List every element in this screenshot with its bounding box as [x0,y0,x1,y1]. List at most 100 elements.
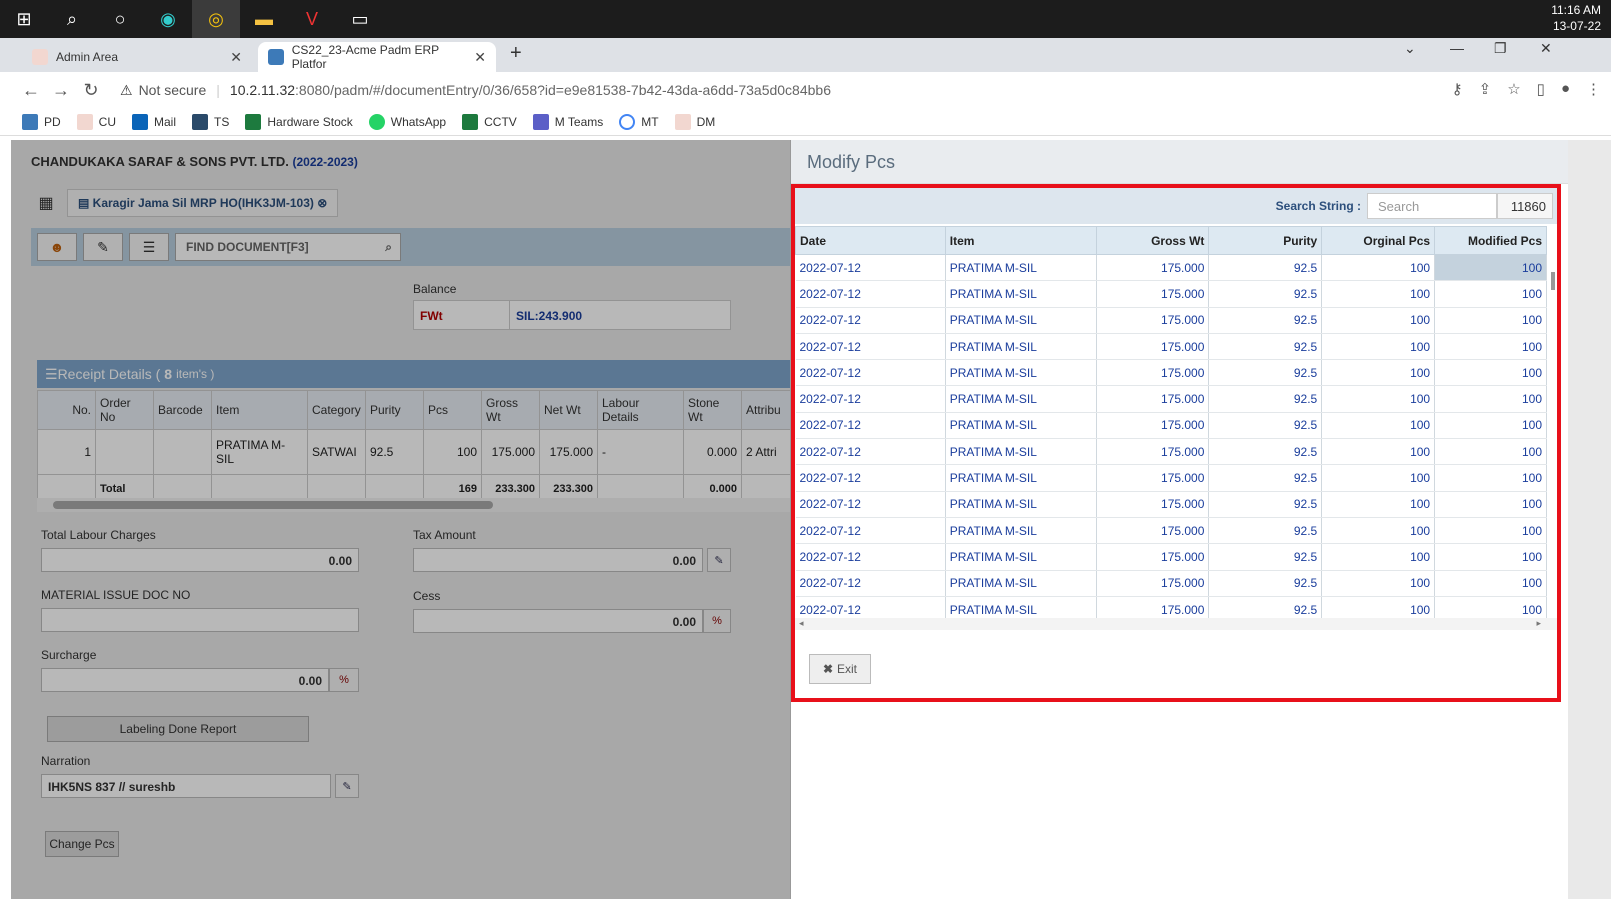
bookmark-hardware-stock[interactable]: Hardware Stock [245,113,353,130]
original-pcs-cell: 100 [1321,543,1436,571]
item-cell: PRATIMA M-SIL [945,491,1097,518]
forward-icon[interactable]: → [46,80,76,101]
modified-pcs-cell[interactable]: 100 [1434,359,1547,387]
url-field[interactable]: ⚠ Not secure | 10.2.11.32 :8080/padm/#/d… [120,82,831,99]
vertical-scrollbar[interactable] [1549,256,1557,618]
terminal-icon[interactable]: ▭ [336,0,384,38]
modified-pcs-cell[interactable]: 100 [1434,570,1547,597]
side-panel-icon[interactable]: ▯ [1537,80,1545,98]
bookmark-mt[interactable]: MT [619,113,659,130]
modified-pcs-cell[interactable]: 100 [1434,517,1547,545]
bookmark-label: MT [641,114,659,129]
modified-pcs-cell[interactable]: 100 [1434,438,1547,466]
modified-pcs-cell[interactable]: 100 [1434,464,1547,492]
horizontal-scrollbar[interactable]: ◂ ▸ [795,618,1557,630]
col-original-pcs[interactable]: Orginal Pcs [1321,226,1436,255]
exit-label: Exit [837,662,858,676]
tab-search-icon[interactable]: ⌄ [1404,40,1416,57]
bookmark-pd[interactable]: PD [22,113,61,130]
edge-icon[interactable]: ◉ [144,0,192,38]
share-icon[interactable]: ⇪ [1479,80,1492,98]
table-row[interactable]: 2022-07-12 PRATIMA M-SIL 175.000 92.5 100 100 [795,438,1547,466]
search-count: 11860 [1497,193,1553,219]
col-gross-wt[interactable]: Gross Wt [1095,226,1210,255]
modified-pcs-cell[interactable]: 100 [1434,254,1547,282]
tab-label: CS22_23-Acme Padm ERP Platfor [291,43,439,71]
search-input[interactable]: Search [1367,193,1497,219]
key-icon[interactable]: ⚷ [1452,80,1463,98]
whatsapp-icon [368,113,385,130]
table-row[interactable]: 2022-07-12 PRATIMA M-SIL 175.000 92.5 100 100 [795,517,1547,545]
bookmark-mail[interactable]: Mail [132,113,176,130]
date-cell: 2022-07-12 [795,385,946,413]
col-modified-pcs[interactable]: Modified Pcs [1434,226,1547,255]
cu-icon [76,113,93,130]
date-cell: 2022-07-12 [795,359,946,387]
reload-icon[interactable]: ↻ [76,80,106,101]
table-row[interactable]: 2022-07-12 PRATIMA M-SIL 175.000 92.5 100 100 [795,307,1547,334]
table-row[interactable]: 2022-07-12 PRATIMA M-SIL 175.000 92.5 100 100 [795,359,1547,387]
maximize-icon[interactable]: ❐ [1494,40,1507,57]
new-tab-icon[interactable]: + [510,42,522,65]
profile-icon[interactable]: ● [1561,80,1570,98]
menu-icon[interactable]: ⋮ [1586,80,1601,98]
vivaldi-icon[interactable]: V [288,0,336,38]
bookmark-whatsapp[interactable]: WhatsApp [368,113,446,130]
table-row[interactable]: 2022-07-12 PRATIMA M-SIL 175.000 92.5 100 100 [795,385,1547,413]
date-cell: 2022-07-12 [795,438,946,466]
table-row[interactable]: 2022-07-12 PRATIMA M-SIL 175.000 92.5 100 100 [795,491,1547,518]
close-tab-icon[interactable]: ✕ [230,49,242,66]
col-purity[interactable]: Purity [1208,226,1323,255]
modified-pcs-cell[interactable]: 100 [1434,385,1547,413]
scroll-right-icon[interactable]: ▸ [1536,618,1541,629]
modified-pcs-cell[interactable]: 100 [1434,543,1547,571]
scroll-thumb[interactable] [1551,272,1555,290]
file-explorer-icon[interactable]: ▬ [240,0,288,38]
modified-pcs-cell[interactable]: 100 [1434,412,1547,440]
close-window-icon[interactable]: ✕ [1540,40,1552,57]
bookmark-dm[interactable]: DM [674,113,715,130]
minimize-icon[interactable]: — [1450,40,1464,56]
item-cell: PRATIMA M-SIL [945,385,1097,413]
purity-cell: 92.5 [1208,254,1323,282]
chrome-icon[interactable]: ◎ [192,0,240,38]
original-pcs-cell: 100 [1321,333,1436,361]
modified-pcs-cell[interactable]: 100 [1434,307,1547,334]
modal-backdrop[interactable] [11,140,811,899]
table-row[interactable]: 2022-07-12 PRATIMA M-SIL 175.000 92.5 100 100 [795,254,1547,282]
search-icon[interactable]: ⌕ [48,0,96,38]
col-date[interactable]: Date [795,226,946,255]
tab-erp[interactable]: CS22_23-Acme Padm ERP Platfor ✕ [258,42,496,72]
scroll-left-icon[interactable]: ◂ [799,618,804,629]
gross-wt-cell: 175.000 [1096,359,1210,387]
back-icon[interactable]: ← [16,80,46,101]
original-pcs-cell: 100 [1321,570,1436,597]
exit-button[interactable]: ✖ Exit [809,654,871,684]
date-cell: 2022-07-12 [795,333,946,361]
bookmark-ts[interactable]: TS [192,113,229,130]
table-row[interactable]: 2022-07-12 PRATIMA M-SIL 175.000 92.5 100 100 [795,333,1547,361]
bookmark-m-teams[interactable]: M Teams [532,113,603,130]
table-row[interactable]: 2022-07-12 PRATIMA M-SIL 175.000 92.5 100 100 [795,543,1547,571]
modified-pcs-cell[interactable]: 100 [1434,491,1547,518]
date-cell: 2022-07-12 [795,254,946,282]
modified-pcs-cell[interactable]: 100 [1434,333,1547,361]
search-row: Search String : Search 11860 [795,188,1557,224]
task-view-icon[interactable]: ○ [96,0,144,38]
date-cell: 2022-07-12 [795,307,946,334]
bookmark-cu[interactable]: CU [76,113,116,130]
table-row[interactable]: 2022-07-12 PRATIMA M-SIL 175.000 92.5 100 100 [795,412,1547,440]
table-row[interactable]: 2022-07-12 PRATIMA M-SIL 175.000 92.5 100 100 [795,280,1547,308]
table-row[interactable]: 2022-07-12 PRATIMA M-SIL 175.000 92.5 100 100 [795,570,1547,597]
clock[interactable]: 11:16 AM 13-07-22 [1551,2,1601,34]
col-item[interactable]: Item [944,226,1097,255]
modified-pcs-cell[interactable]: 100 [1434,280,1547,308]
table-row[interactable]: 2022-07-12 PRATIMA M-SIL 175.000 92.5 100 100 [795,464,1547,492]
purity-cell: 92.5 [1208,517,1323,545]
star-icon[interactable]: ☆ [1507,80,1520,98]
bookmark-cctv[interactable]: CCTV [462,113,517,130]
windows-start-icon[interactable]: ⊞ [0,0,48,38]
close-tab-icon[interactable]: ✕ [474,49,486,66]
tab-admin-area[interactable]: Admin Area ✕ [22,42,252,72]
bookmark-label: Hardware Stock [267,114,353,129]
